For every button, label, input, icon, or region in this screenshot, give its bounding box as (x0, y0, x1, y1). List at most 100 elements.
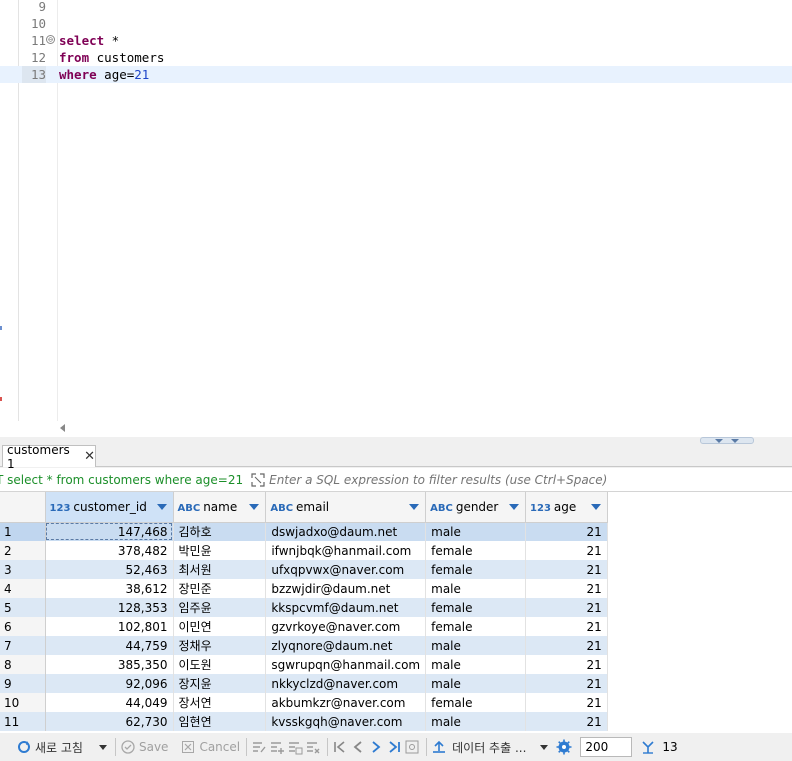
cell-email[interactable]: nkkyclzd@naver.com (265, 674, 427, 693)
cell-gender[interactable]: female (425, 617, 527, 636)
cell-name[interactable]: 박민윤 (173, 541, 267, 560)
cell-email[interactable]: ufxqpvwx@naver.com (265, 560, 427, 579)
last-page-icon[interactable] (386, 736, 402, 758)
sql-editor[interactable]: 9 10 11 ⊖ select * 12 from customers 13 … (0, 0, 792, 432)
cell-name[interactable]: 이민연 (173, 617, 267, 636)
cell-name[interactable]: 최서원 (173, 560, 267, 579)
next-page-icon[interactable] (368, 736, 384, 758)
cell-email[interactable]: kvsskgqh@naver.com (265, 712, 427, 731)
fetch-all-icon[interactable] (404, 736, 420, 758)
scroll-left-icon[interactable] (60, 424, 65, 432)
cell-email[interactable]: zlyqnore@daum.net (265, 636, 427, 655)
table-row[interactable]: 6 102,801 이민연 gzvrkoye@naver.com female 21 (0, 617, 792, 636)
cell-name[interactable]: 장지윤 (173, 674, 267, 693)
column-header-email[interactable]: ABC email (265, 492, 427, 523)
cell-email[interactable]: akbumkzr@naver.com (265, 693, 427, 712)
cell-name[interactable]: 정채우 (173, 636, 267, 655)
table-row[interactable]: 2 378,482 박민윤 ifwnjbqk@hanmail.com female 21 (0, 541, 792, 560)
cell-name[interactable]: 이도원 (173, 655, 267, 674)
filter-expression-input[interactable] (269, 472, 610, 487)
column-menu-icon[interactable] (590, 504, 601, 510)
cell-customer-id[interactable]: 147,468 (45, 522, 174, 541)
previous-page-icon[interactable] (350, 736, 366, 758)
column-header-gender[interactable]: ABC gender (425, 492, 527, 523)
cell-customer-id[interactable]: 102,801 (45, 617, 174, 636)
cell-gender[interactable]: male (425, 655, 527, 674)
editor-line-current[interactable]: 13 where age=21 (0, 66, 792, 83)
cell-gender[interactable]: male (425, 522, 527, 541)
cell-age[interactable]: 21 (525, 712, 608, 731)
edit-row-icon[interactable] (251, 736, 267, 758)
cell-customer-id[interactable]: 44,049 (45, 693, 174, 712)
results-grid[interactable]: 123 customer_id ABC name ABC email ABC gende… (0, 492, 792, 733)
column-menu-icon[interactable] (509, 504, 520, 510)
cell-gender[interactable]: female (425, 598, 527, 617)
cell-email[interactable]: ifwnjbqk@hanmail.com (265, 541, 427, 560)
editor-line[interactable]: 9 (0, 0, 792, 15)
cell-gender[interactable]: female (425, 560, 527, 579)
row-number[interactable]: 8 (0, 655, 46, 674)
row-number[interactable]: 9 (0, 674, 46, 693)
column-menu-icon[interactable] (249, 504, 260, 510)
table-row[interactable]: 10 44,049 장서연 akbumkzr@naver.com female 21 (0, 693, 792, 712)
cell-age[interactable]: 21 (525, 655, 608, 674)
row-number[interactable]: 11 (0, 712, 46, 731)
table-row[interactable]: 11 62,730 임현연 kvsskgqh@naver.com male 21 (0, 712, 792, 731)
table-row[interactable]: 1 147,468 김하호 dswjadxo@daum.net male 21 (0, 522, 792, 541)
row-count-icon[interactable] (640, 736, 656, 758)
table-row[interactable]: 4 38,612 장민준 bzzwjdir@daum.net male 21 (0, 579, 792, 598)
fetch-size-input[interactable] (580, 737, 633, 757)
column-header-customer-id[interactable]: 123 customer_id (45, 492, 174, 523)
close-icon[interactable]: ✕ (84, 449, 95, 464)
row-number[interactable]: 2 (0, 541, 46, 560)
cell-gender[interactable]: male (425, 712, 527, 731)
export-dropdown-icon[interactable] (540, 744, 549, 750)
first-page-icon[interactable] (332, 736, 348, 758)
cell-age[interactable]: 21 (525, 693, 608, 712)
column-menu-icon[interactable] (409, 504, 420, 510)
cell-gender[interactable]: male (425, 674, 527, 693)
row-number[interactable]: 1 (0, 522, 46, 541)
cell-name[interactable]: 장민준 (173, 579, 267, 598)
cell-age[interactable]: 21 (525, 598, 608, 617)
panel-resize-handle[interactable] (700, 437, 754, 444)
copy-row-icon[interactable] (287, 736, 303, 758)
refresh-dropdown-icon[interactable] (98, 744, 107, 750)
cell-gender[interactable]: male (425, 579, 527, 598)
fold-collapse-icon[interactable]: ⊖ (46, 35, 55, 44)
cell-customer-id[interactable]: 44,759 (45, 636, 174, 655)
refresh-button[interactable]: 새로 고침 (16, 736, 83, 758)
cell-email[interactable]: kkspcvmf@daum.net (265, 598, 427, 617)
cell-name[interactable]: 장서연 (173, 693, 267, 712)
editor-horizontal-scrollbar[interactable] (58, 421, 792, 437)
row-number[interactable]: 4 (0, 579, 46, 598)
delete-row-icon[interactable] (305, 736, 321, 758)
table-row[interactable]: 9 92,096 장지윤 nkkyclzd@naver.com male 21 (0, 674, 792, 693)
cell-age[interactable]: 21 (525, 541, 608, 560)
cell-gender[interactable]: male (425, 636, 527, 655)
table-row[interactable]: 3 52,463 최서원 ufxqpvwx@naver.com female 21 (0, 560, 792, 579)
cell-age[interactable]: 21 (525, 674, 608, 693)
settings-gear-icon[interactable] (556, 736, 572, 758)
cell-age[interactable]: 21 (525, 617, 608, 636)
cell-customer-id[interactable]: 128,353 (45, 598, 174, 617)
expand-filter-icon[interactable] (251, 472, 265, 487)
row-number-header[interactable] (0, 492, 46, 523)
cell-email[interactable]: bzzwjdir@daum.net (265, 579, 427, 598)
cell-customer-id[interactable]: 378,482 (45, 541, 174, 560)
cell-customer-id[interactable]: 385,350 (45, 655, 174, 674)
cell-name[interactable]: 김하호 (173, 522, 267, 541)
cell-age[interactable]: 21 (525, 579, 608, 598)
table-row[interactable]: 5 128,353 임주윤 kkspcvmf@daum.net female 21 (0, 598, 792, 617)
tab-customers-1[interactable]: customers 1 ✕ (2, 443, 96, 471)
row-number[interactable]: 10 (0, 693, 46, 712)
table-row[interactable]: 7 44,759 정채우 zlyqnore@daum.net male 21 (0, 636, 792, 655)
cell-name[interactable]: 임현연 (173, 712, 267, 731)
editor-line[interactable]: 11 ⊖ select * (0, 32, 792, 49)
chevron-down-icon[interactable] (731, 439, 739, 443)
cell-gender[interactable]: female (425, 693, 527, 712)
cell-customer-id[interactable]: 92,096 (45, 674, 174, 693)
cell-age[interactable]: 21 (525, 636, 608, 655)
editor-line[interactable]: 12 from customers (0, 49, 792, 66)
column-header-name[interactable]: ABC name (173, 492, 267, 523)
